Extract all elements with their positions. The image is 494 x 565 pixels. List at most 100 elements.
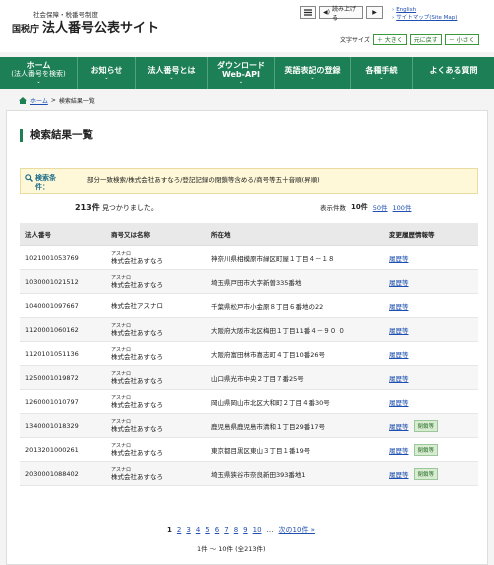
english-link[interactable]: English <box>396 7 416 13</box>
history-link[interactable]: 履歴等 <box>389 445 409 455</box>
closed-badge: 閉鎖等 <box>413 467 439 480</box>
chevron-down-icon: ⌄ <box>36 79 41 85</box>
table-row: 2030001088402 アスナロ 株式会社あすなろ 埼玉県狭谷市奈良新田393番地… <box>20 461 478 486</box>
history-cell: 履歴等 閉鎖等 <box>384 461 478 486</box>
page-link-9[interactable]: 9 <box>243 526 247 534</box>
corporate-name-cell: アスナロ 株式会社あすなろ <box>106 413 206 438</box>
corporate-name-cell: アスナロ 株式会社あすなろ <box>106 269 206 294</box>
chevron-down-icon: ⌄ <box>104 74 109 81</box>
nav-item-faq[interactable]: よくある質問 ⌄ <box>413 57 494 89</box>
breadcrumb: ホーム > 検索結果一覧 <box>19 96 95 105</box>
history-cell: 履歴等 <box>384 245 478 270</box>
breadcrumb-home-link[interactable]: ホーム <box>30 96 48 105</box>
results-table: 法人番号 商号又は名称 所在地 変更履歴情報等 1021001053769 アスナ… <box>20 223 478 486</box>
page-link-5[interactable]: 5 <box>205 526 209 534</box>
history-cell: 履歴等 <box>384 341 478 366</box>
history-cell: 履歴等 <box>384 317 478 342</box>
menu-button[interactable] <box>300 6 316 19</box>
table-row: 2013201000261 アスナロ 株式会社あすなろ 東京都目黒区東山３丁目１番19… <box>20 437 478 462</box>
read-aloud-button[interactable]: ◀) 読み上げる <box>319 6 363 22</box>
page-link-10[interactable]: 10 <box>253 526 262 534</box>
search-conditions-label: 検索条件： <box>25 174 65 192</box>
result-count: 213件 見つかりました。 <box>75 203 158 212</box>
corporate-name: 株式会社あすなろ <box>111 424 163 433</box>
history-cell: 履歴等 <box>384 269 478 294</box>
speaker-icon: ◀) <box>323 9 330 16</box>
agency-name: 国税庁 <box>12 25 40 35</box>
text-size-controls: 文字サイズ ＋ 大きく 元に戻す － 小さく <box>340 34 479 45</box>
next-page-link[interactable]: 次の10件 » <box>279 525 315 535</box>
site-title: 法人番号公表サイト <box>42 21 160 36</box>
hamburger-icon <box>304 9 312 16</box>
text-smaller-button[interactable]: － 小さく <box>444 34 479 45</box>
per-page-current: 10件 <box>351 203 368 211</box>
page-link-6[interactable]: 6 <box>215 526 219 534</box>
corporate-name: 株式会社アスナロ <box>111 301 163 310</box>
chevron-down-icon: ⌄ <box>169 74 174 81</box>
page-link-4[interactable]: 4 <box>196 526 200 534</box>
history-link[interactable]: 履歴等 <box>389 349 409 359</box>
history-link[interactable]: 履歴等 <box>389 277 409 287</box>
closed-badge: 閉鎖等 <box>413 443 439 456</box>
history-link[interactable]: 履歴等 <box>389 253 409 263</box>
corporate-number: 1120101051136 <box>20 341 106 366</box>
chevron-down-icon: ⌄ <box>238 79 244 85</box>
history-link[interactable]: 履歴等 <box>389 421 409 431</box>
nav-item-news[interactable]: お知らせ ⌄ <box>78 57 136 89</box>
corporate-name-cell: アスナロ 株式会社あすなろ <box>106 461 206 486</box>
address: 埼玉県戸田市大字新曽335番地 <box>206 269 384 294</box>
corporate-number: 1250001019872 <box>20 365 106 390</box>
nav-item-procedures[interactable]: 各種手続 ⌄ <box>351 57 413 89</box>
global-nav: ホーム (法人番号を検索) ⌄ お知らせ ⌄ 法人番号とは ⌄ ダウンロード W… <box>0 57 494 89</box>
text-larger-button[interactable]: ＋ 大きく <box>372 34 407 45</box>
home-icon <box>19 97 27 104</box>
table-header-row: 法人番号 商号又は名称 所在地 変更履歴情報等 <box>20 223 478 246</box>
play-icon: ▶ <box>372 9 377 16</box>
text-size-label: 文字サイズ <box>340 37 370 44</box>
nav-item-about[interactable]: 法人番号とは ⌄ <box>136 57 208 89</box>
history-link[interactable]: 履歴等 <box>389 469 409 479</box>
address: 大阪府大阪市北区梅田１丁目11番４－９０ ０ <box>206 317 384 342</box>
corporate-name: 株式会社あすなろ <box>111 472 163 481</box>
page-link-3[interactable]: 3 <box>186 526 190 534</box>
per-page-50-link[interactable]: 50件 <box>373 202 388 212</box>
page-link-8[interactable]: 8 <box>234 526 238 534</box>
play-button[interactable]: ▶ <box>366 6 383 19</box>
table-row: 1260001010797 アスナロ 株式会社あすなろ 岡山県岡山市北区大和町２丁目４… <box>20 389 478 414</box>
corporate-number: 1040001097667 <box>20 293 106 318</box>
history-cell: 履歴等 閉鎖等 <box>384 413 478 438</box>
corporate-name-cell: アスナロ 株式会社あすなろ <box>106 437 206 462</box>
page-link-7[interactable]: 7 <box>224 526 228 534</box>
breadcrumb-current: 検索結果一覧 <box>58 98 95 105</box>
history-link[interactable]: 履歴等 <box>389 301 409 311</box>
nav-item-home[interactable]: ホーム (法人番号を検索) ⌄ <box>0 57 78 89</box>
corporate-name: 株式会社あすなろ <box>111 448 163 457</box>
page-link-2[interactable]: 2 <box>177 526 181 534</box>
closed-badge: 閉鎖等 <box>413 419 439 432</box>
sitemap-link[interactable]: サイトマップ(Site Map) <box>396 15 457 21</box>
result-range: 1件 ～ 10件 (全213件) <box>197 545 266 553</box>
corporate-name-cell: アスナロ 株式会社あすなろ <box>106 317 206 342</box>
nav-item-download[interactable]: ダウンロード Web-API ⌄ <box>208 57 275 89</box>
corporate-number: 2013201000261 <box>20 437 106 462</box>
corporate-name: 株式会社あすなろ <box>111 328 163 337</box>
chevron-down-icon: ⌄ <box>379 74 384 81</box>
site-logo[interactable]: 国税庁 法人番号公表サイト <box>12 17 159 36</box>
text-reset-button[interactable]: 元に戻す <box>409 34 442 45</box>
corporate-name: 株式会社あすなろ <box>111 352 163 361</box>
address: 埼玉県狭谷市奈良新田393番地1 <box>206 461 384 486</box>
corporate-number: 2030001088402 <box>20 461 106 486</box>
history-link[interactable]: 履歴等 <box>389 325 409 335</box>
history-link[interactable]: 履歴等 <box>389 373 409 383</box>
nav-item-english[interactable]: 英語表記の登録 ⌄ <box>275 57 351 89</box>
search-conditions-text: 部分一致検索/株式会社あすなろ/登記記録の閉鎖等含める/商号等五十音順(昇順) <box>87 176 320 184</box>
address: 大阪府富田林市喜志町４丁目10番26号 <box>206 341 384 366</box>
table-row: 1021001053769 アスナロ 株式会社あすなろ 神奈川県相模原市緑区町屋１丁目… <box>20 245 478 270</box>
history-link[interactable]: 履歴等 <box>389 397 409 407</box>
history-cell: 履歴等 <box>384 389 478 414</box>
language-links: English サイトマップ(Site Map) <box>392 6 457 22</box>
per-page-100-link[interactable]: 100件 <box>393 202 412 212</box>
chevron-down-icon: ⌄ <box>451 74 456 81</box>
address: 神奈川県相模原市緑区町屋１丁目４－１８ <box>206 245 384 270</box>
pager-ellipsis: … <box>266 526 274 534</box>
